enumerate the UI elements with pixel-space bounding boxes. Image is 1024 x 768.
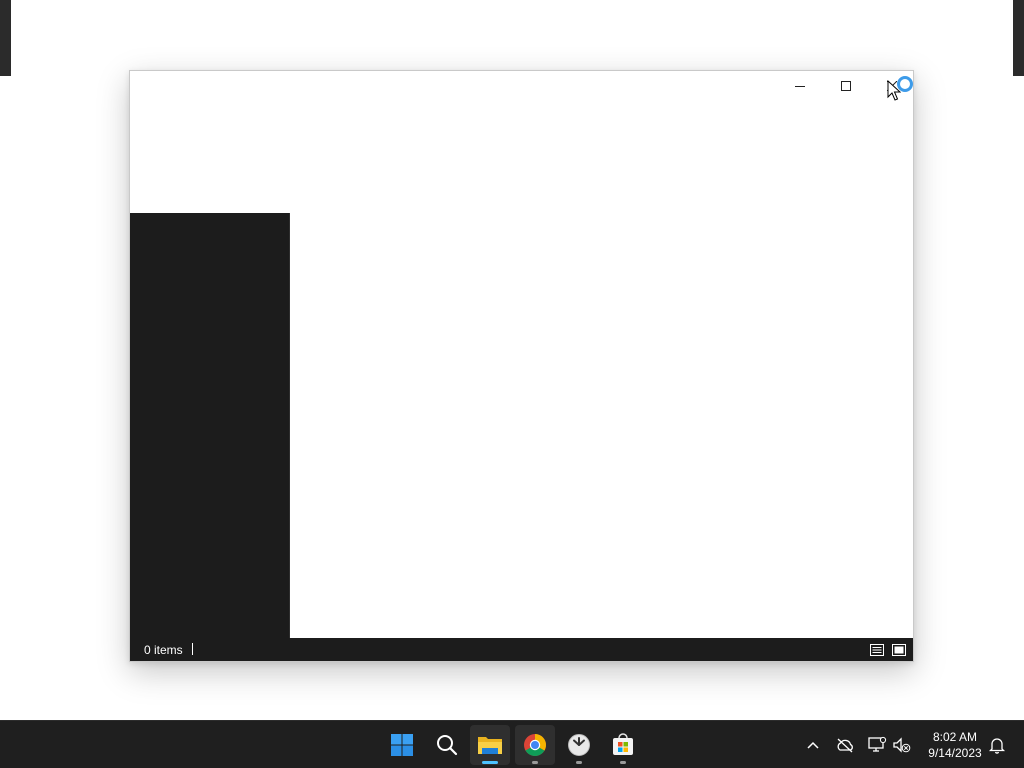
onedrive-tray-button[interactable] bbox=[833, 733, 857, 757]
network-tray-button[interactable] bbox=[865, 733, 889, 757]
clock-date: 9/14/2023 bbox=[928, 746, 982, 760]
active-indicator bbox=[482, 761, 498, 764]
taskbar-file-explorer[interactable] bbox=[470, 725, 510, 765]
system-clock[interactable]: 8:02 AM 9/14/2023 bbox=[918, 729, 992, 761]
windows-logo-icon bbox=[391, 734, 413, 756]
taskbar-microsoft-store[interactable] bbox=[603, 725, 643, 765]
folder-icon bbox=[478, 737, 502, 754]
background-window-edge-left bbox=[0, 0, 11, 76]
large-icons-view-button[interactable] bbox=[890, 641, 908, 658]
taskbar-clock-app[interactable] bbox=[559, 725, 599, 765]
chevron-up-icon bbox=[807, 741, 819, 749]
maximize-icon bbox=[841, 81, 851, 91]
status-separator bbox=[192, 643, 193, 655]
item-count: 0 items bbox=[144, 643, 183, 657]
notification-icon bbox=[988, 738, 1006, 754]
show-hidden-icons-button[interactable] bbox=[801, 733, 825, 757]
minimize-icon bbox=[795, 86, 805, 87]
search-button[interactable] bbox=[427, 725, 467, 765]
content-area[interactable] bbox=[290, 101, 913, 638]
notification-center-button[interactable] bbox=[985, 733, 1009, 757]
navigation-pane[interactable] bbox=[130, 213, 290, 639]
background-window-edge-right bbox=[1013, 0, 1024, 76]
search-icon bbox=[437, 735, 458, 756]
network-icon bbox=[868, 736, 887, 752]
cloud-offline-icon bbox=[837, 738, 853, 753]
status-bar: 0 items bbox=[130, 638, 913, 661]
running-indicator bbox=[576, 761, 582, 764]
title-bar[interactable] bbox=[130, 71, 913, 101]
volume-muted-icon bbox=[893, 737, 911, 753]
running-indicator bbox=[532, 761, 538, 764]
details-view-button[interactable] bbox=[868, 641, 886, 658]
large-icons-view-icon bbox=[892, 643, 906, 656]
maximize-button[interactable] bbox=[823, 71, 869, 101]
volume-tray-button[interactable] bbox=[890, 733, 914, 757]
minimize-button[interactable] bbox=[777, 71, 823, 101]
chrome-icon bbox=[524, 734, 546, 756]
clock-time: 8:02 AM bbox=[932, 730, 978, 744]
store-icon bbox=[613, 733, 633, 755]
taskbar-chrome[interactable] bbox=[515, 725, 555, 765]
running-indicator bbox=[620, 761, 626, 764]
file-explorer-window[interactable]: 0 items bbox=[129, 70, 914, 662]
taskbar: 8:02 AM 9/14/2023 bbox=[0, 720, 1024, 768]
details-view-icon bbox=[870, 643, 884, 656]
clock-icon bbox=[568, 734, 590, 756]
start-button[interactable] bbox=[382, 725, 422, 765]
mouse-cursor-icon bbox=[887, 80, 901, 101]
